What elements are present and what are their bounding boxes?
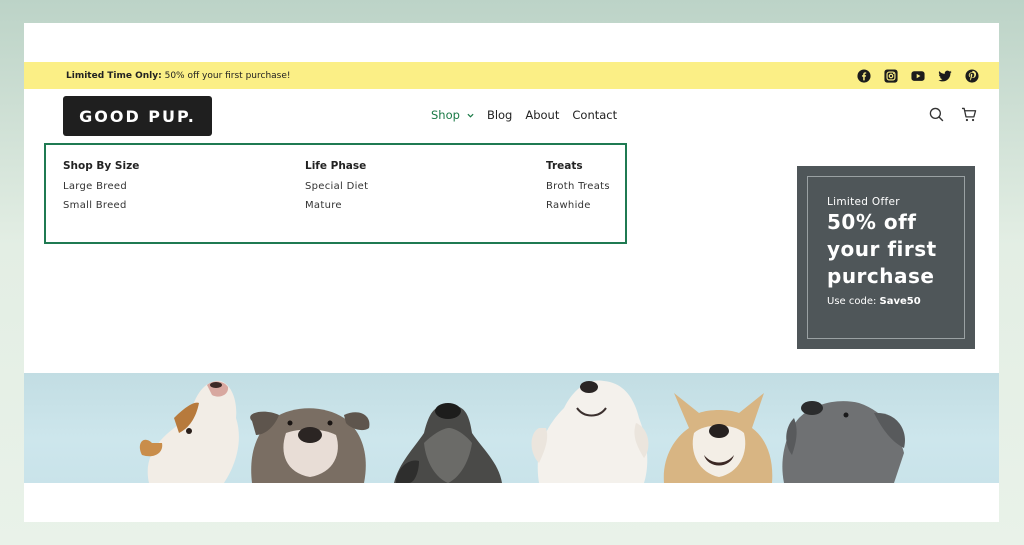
dog-illustration	[782, 401, 905, 483]
dog-illustration	[663, 393, 773, 483]
mega-col-title: Shop By Size	[63, 160, 140, 172]
offer-code-value: Save50	[879, 296, 921, 307]
nav-about[interactable]: About	[525, 108, 559, 122]
dog-illustration	[394, 403, 502, 483]
instagram-icon[interactable]	[884, 68, 898, 83]
menu-item-large-breed[interactable]: Large Breed	[63, 181, 139, 192]
menu-item-rawhide[interactable]: Rawhide	[546, 200, 610, 211]
dogs-illustration	[139, 380, 905, 483]
header-actions	[929, 107, 977, 122]
offer-card[interactable]: Limited Offer 50% off your first purchas…	[797, 166, 975, 349]
youtube-icon[interactable]	[911, 69, 925, 83]
offer-code-label: Use code:	[827, 296, 877, 307]
pinterest-icon[interactable]	[965, 68, 979, 83]
mega-col-size: Shop By Size Large Breed Small Breed	[63, 160, 139, 219]
offer-card-inner: Limited Offer 50% off your first purchas…	[807, 176, 965, 339]
offer-label: Limited Offer	[827, 196, 900, 208]
shop-mega-menu: Shop By Size Large Breed Small Breed Lif…	[44, 143, 627, 244]
social-links	[857, 68, 979, 83]
page: Limited Time Only: 50% off your first pu…	[24, 23, 999, 522]
dog-illustration	[250, 408, 370, 483]
twitter-icon[interactable]	[938, 69, 952, 83]
offer-code: Use code: Save50	[827, 296, 964, 307]
menu-item-broth-treats[interactable]: Broth Treats	[546, 181, 610, 192]
mega-col-title: Life Phase	[305, 160, 367, 172]
menu-item-special-diet[interactable]: Special Diet	[305, 181, 368, 192]
announcement-text: Limited Time Only: 50% off your first pu…	[66, 71, 291, 81]
mega-col-life-phase: Life Phase Special Diet Mature	[305, 160, 368, 219]
menu-item-mature[interactable]: Mature	[305, 200, 368, 211]
announcement-bar: Limited Time Only: 50% off your first pu…	[24, 62, 999, 89]
menu-item-small-breed[interactable]: Small Breed	[63, 200, 139, 211]
nav-contact[interactable]: Contact	[572, 108, 617, 122]
announcement-label: Limited Time Only:	[66, 70, 162, 81]
offer-headline-line: 50% off	[827, 210, 917, 234]
hero-dogs-banner	[24, 373, 999, 483]
search-icon[interactable]	[929, 107, 944, 122]
nav-shop-label: Shop	[431, 108, 460, 122]
announcement-message: 50% off your first purchase!	[164, 70, 291, 81]
main-nav: Shop Blog About Contact	[431, 108, 617, 122]
mega-col-title: Treats	[546, 160, 583, 172]
offer-headline: 50% off your first purchase	[827, 209, 964, 290]
mega-col-treats: Treats Broth Treats Rawhide	[546, 160, 610, 219]
cart-icon[interactable]	[961, 107, 977, 122]
offer-headline-line: your first	[827, 237, 937, 261]
dog-illustration	[531, 380, 649, 483]
facebook-icon[interactable]	[857, 68, 871, 83]
dog-illustration	[139, 380, 239, 483]
nav-blog[interactable]: Blog	[487, 108, 512, 122]
logo[interactable]: GOOD PUP.	[63, 96, 212, 136]
offer-headline-line: purchase	[827, 264, 935, 288]
chevron-down-icon	[467, 113, 474, 118]
nav-shop[interactable]: Shop	[431, 108, 474, 122]
